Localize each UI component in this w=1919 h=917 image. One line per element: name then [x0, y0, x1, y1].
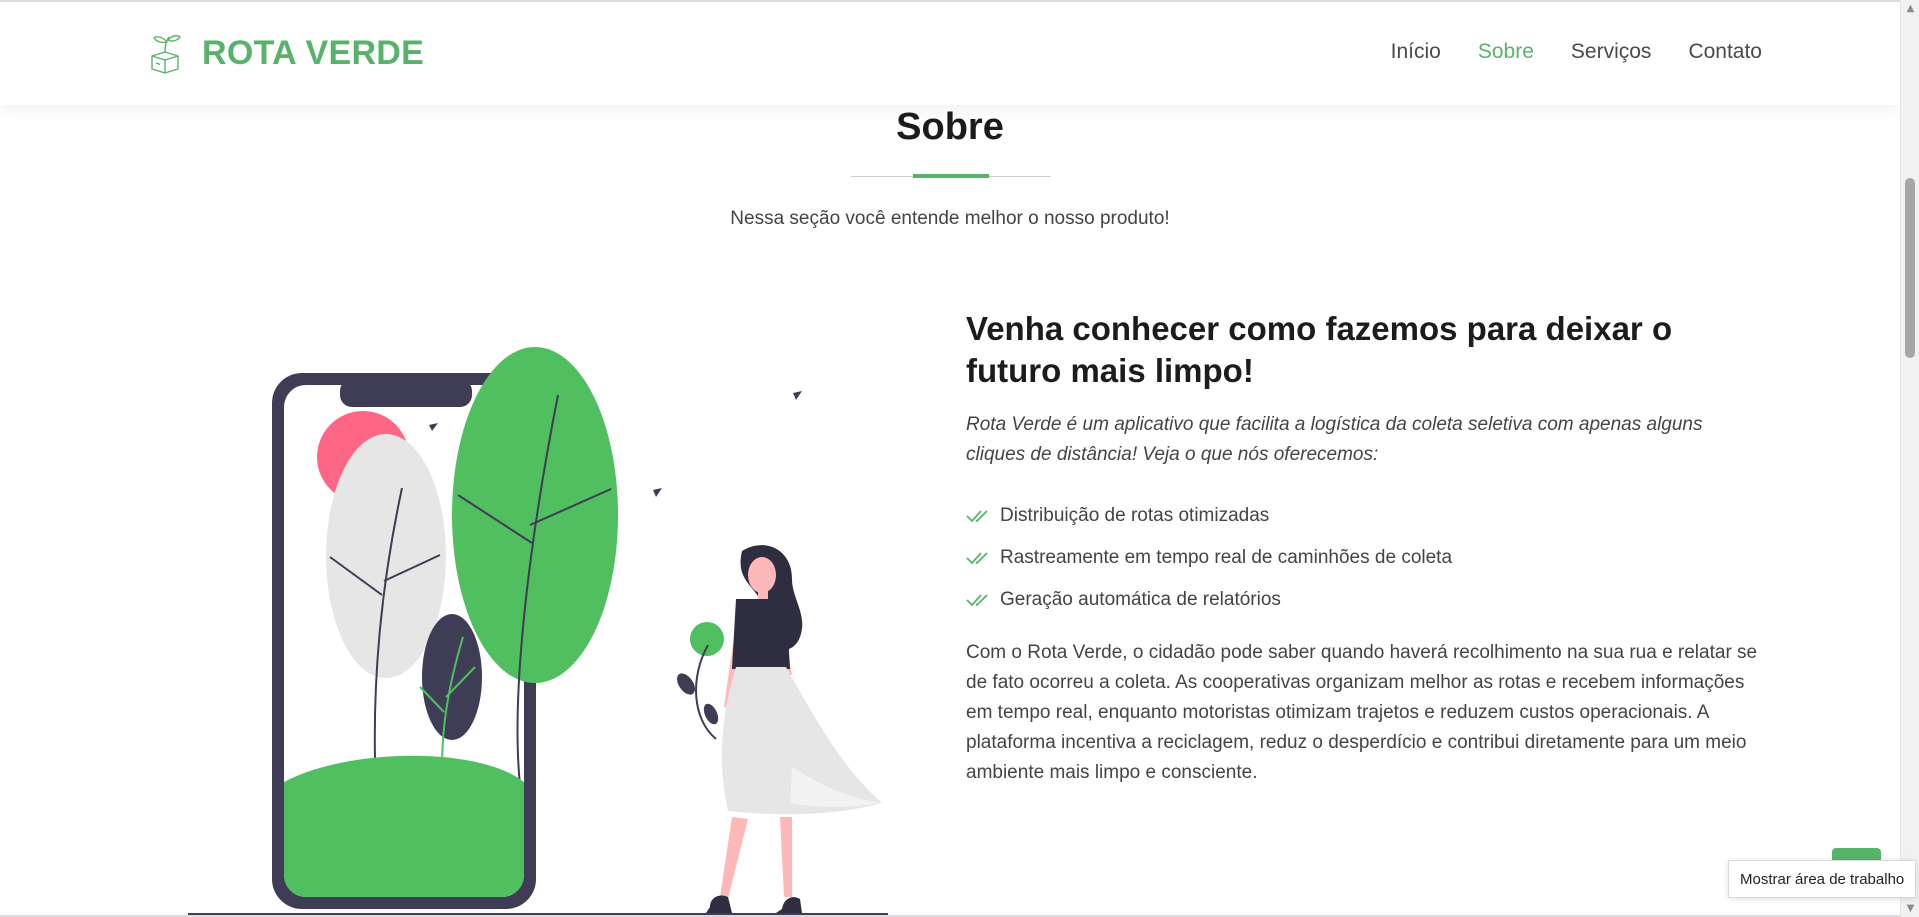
feature-text: Rastreamente em tempo real de caminhões …	[1000, 547, 1453, 568]
nav-item-servicos[interactable]: Serviços	[1571, 40, 1652, 64]
double-check-icon	[966, 510, 988, 523]
feature-list: Distribuição de rotas otimizadas Rastrea…	[966, 495, 1766, 621]
about-lead: Rota Verde é um aplicativo que facilita …	[966, 414, 1703, 465]
nav-item-sobre[interactable]: Sobre	[1478, 40, 1534, 64]
page-viewport: ROTA VERDE Início Sobre Serviços Contato…	[0, 0, 1900, 917]
triangle-down-icon[interactable]: ▼	[1901, 900, 1919, 917]
scroll-thumb[interactable]	[1905, 178, 1915, 358]
triangle-up-icon[interactable]: ▲	[1901, 0, 1919, 17]
brand-name: ROTA VERDE	[202, 33, 425, 72]
about-heading: Venha conhecer como fazemos para deixar …	[966, 310, 1673, 389]
brand-logo-link[interactable]: ROTA VERDE	[148, 32, 424, 74]
list-item: Geração automática de relatórios	[966, 579, 1766, 621]
feature-text: Distribuição de rotas otimizadas	[1000, 505, 1270, 526]
nav-item-inicio[interactable]: Início	[1391, 40, 1441, 64]
plant-box-icon	[151, 35, 181, 74]
list-item: Rastreamente em tempo real de caminhões …	[966, 537, 1766, 579]
title-accent-bar	[913, 174, 989, 178]
about-body: Com o Rota Verde, o cidadão pode saber q…	[966, 642, 1758, 783]
double-check-icon	[966, 594, 988, 607]
list-item: Distribuição de rotas otimizadas	[966, 495, 1766, 537]
show-desktop-tooltip: Mostrar área de trabalho	[1728, 860, 1917, 898]
section-subtitle: Nessa seção você entende melhor o nosso …	[730, 208, 1170, 229]
feature-text: Geração automática de relatórios	[1000, 589, 1281, 610]
double-check-icon	[966, 552, 988, 565]
about-content: Venha conhecer como fazemos para deixar …	[966, 308, 1766, 788]
main-nav: Início Sobre Serviços Contato	[1391, 40, 1762, 64]
vertical-scrollbar[interactable]: ▲ ▼	[1900, 0, 1919, 917]
eco-phone-illustration	[188, 347, 888, 915]
section-title: Sobre	[896, 106, 1004, 148]
nav-item-contato[interactable]: Contato	[1688, 40, 1762, 64]
site-header: ROTA VERDE Início Sobre Serviços Contato	[0, 2, 1900, 105]
